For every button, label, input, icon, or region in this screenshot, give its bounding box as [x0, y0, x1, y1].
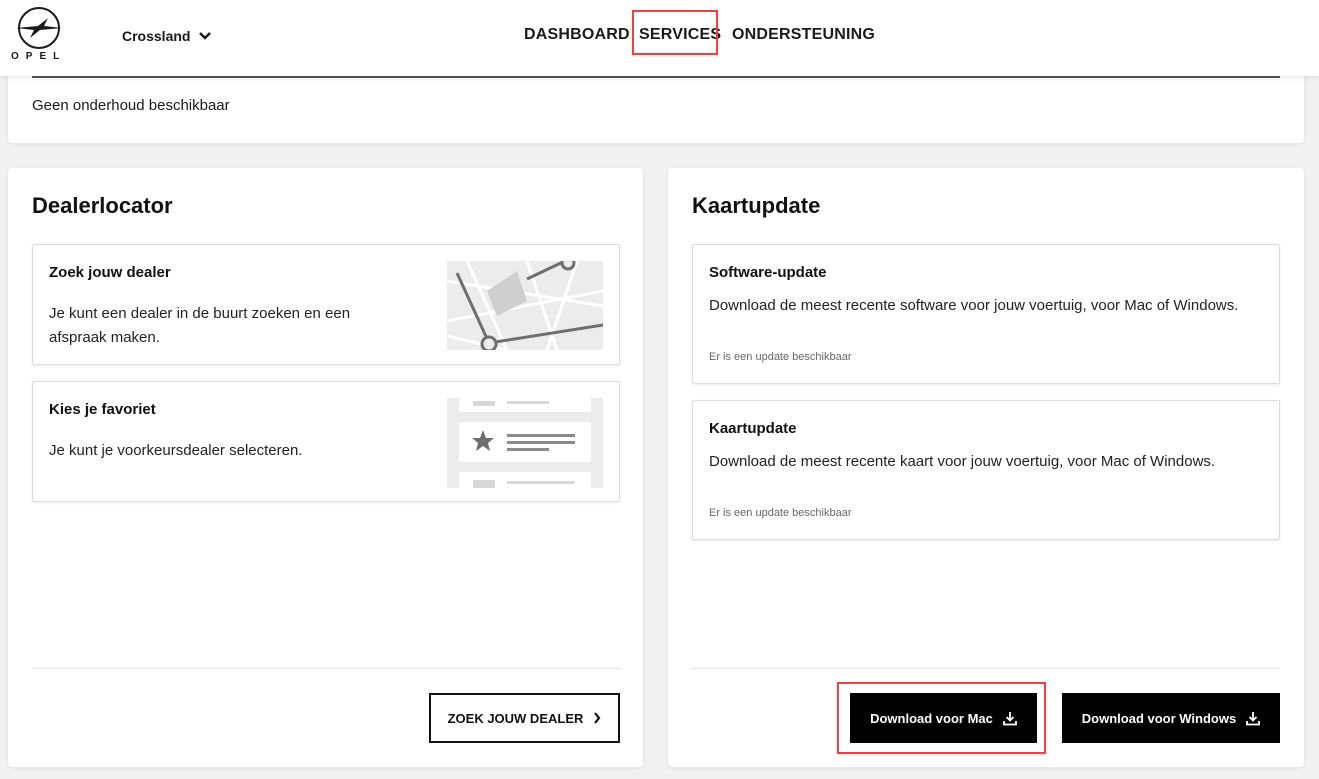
update-status: Er is een update beschikbaar — [709, 351, 852, 363]
model-label: Crossland — [122, 28, 191, 44]
tile-title: Software-update — [709, 264, 827, 281]
download-icon — [1002, 711, 1017, 725]
download-icon — [1246, 711, 1261, 725]
model-selector[interactable]: Crossland — [122, 25, 212, 47]
download-windows-button[interactable]: Download voor Windows — [1062, 693, 1280, 743]
kaartupdate-title: Kaartupdate — [692, 193, 821, 218]
tile-description: Download de meest recente software voor … — [709, 297, 1239, 314]
top-header: OPEL Crossland DASHBOARD SERVICES ONDERS… — [0, 0, 1319, 76]
kaartupdate-panel: Kaartupdate Software-update Download de … — [668, 168, 1304, 767]
tile-title: Zoek jouw dealer — [49, 264, 171, 281]
chevron-down-icon — [199, 32, 212, 40]
dealerlocator-panel: Dealerlocator Zoek jouw dealer Je kunt e… — [8, 168, 643, 767]
software-update-tile[interactable]: Software-update Download de meest recent… — [692, 244, 1280, 384]
favorite-list-illustration-icon — [447, 398, 603, 488]
panel-divider — [32, 668, 620, 669]
dealerlocator-title: Dealerlocator — [32, 193, 173, 218]
chevron-right-icon — [594, 712, 601, 724]
nav-dashboard[interactable]: DASHBOARD — [524, 24, 630, 46]
find-dealer-button[interactable]: ZOEK JOUW DEALER — [429, 693, 620, 743]
panel-divider — [692, 668, 1280, 669]
find-dealer-button-label: ZOEK JOUW DEALER — [447, 710, 584, 726]
tile-title: Kies je favoriet — [49, 401, 156, 418]
maintenance-message: Geen onderhoud beschikbaar — [32, 97, 230, 114]
nav-services[interactable]: SERVICES — [639, 24, 721, 46]
update-status: Er is een update beschikbaar — [709, 507, 852, 519]
brand-wordmark: OPEL — [11, 51, 67, 62]
tile-description: Je kunt je voorkeursdealer selecteren. — [49, 442, 303, 459]
download-mac-label: Download voor Mac — [870, 710, 993, 726]
map-illustration-icon — [447, 261, 603, 350]
download-windows-label: Download voor Windows — [1081, 710, 1237, 726]
map-update-tile[interactable]: Kaartupdate Download de meest recente ka… — [692, 400, 1280, 540]
favorite-dealer-tile[interactable]: Kies je favoriet Je kunt je voorkeursdea… — [32, 381, 620, 502]
download-mac-button[interactable]: Download voor Mac — [850, 693, 1037, 743]
tile-description: Download de meest recente kaart voor jou… — [709, 453, 1216, 470]
find-dealer-tile[interactable]: Zoek jouw dealer Je kunt een dealer in d… — [32, 244, 620, 365]
tile-title: Kaartupdate — [709, 420, 797, 437]
nav-ondersteuning[interactable]: ONDERSTEUNING — [732, 24, 875, 46]
tile-description: Je kunt een dealer in de buurt zoeken en… — [49, 305, 351, 346]
